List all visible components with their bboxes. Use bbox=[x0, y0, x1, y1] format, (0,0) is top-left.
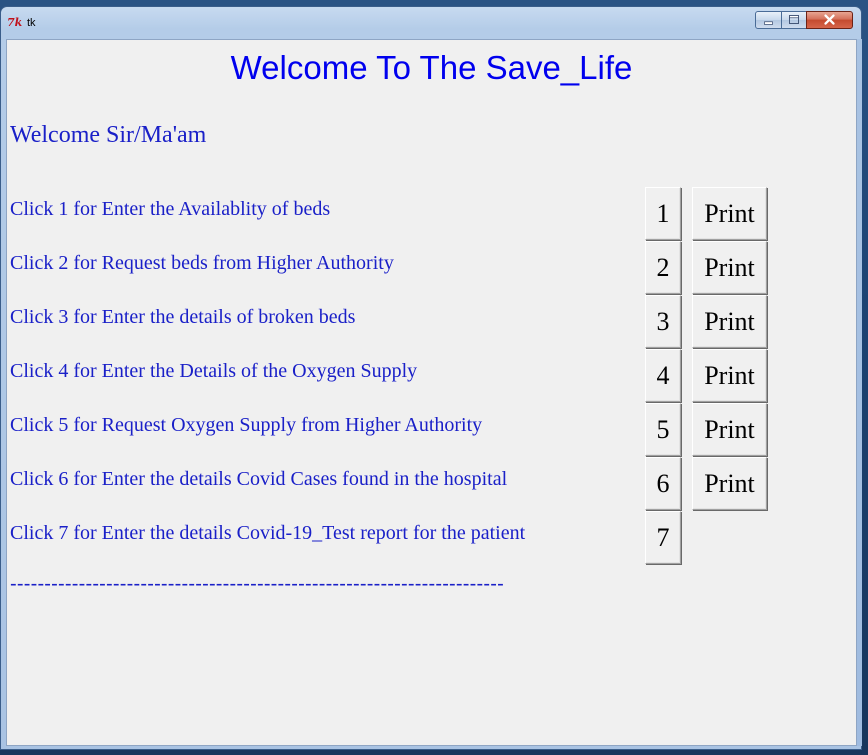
print-3-button[interactable]: Print bbox=[692, 295, 767, 348]
print-1-button[interactable]: Print bbox=[692, 187, 767, 240]
option-2-button[interactable]: 2 bbox=[645, 241, 681, 294]
option-label-4: Click 4 for Enter the Details of the Oxy… bbox=[10, 360, 418, 382]
minimize-button[interactable] bbox=[755, 11, 782, 29]
maximize-icon bbox=[789, 15, 799, 24]
window-title: tk bbox=[27, 17, 36, 29]
page-title: Welcome To The Save_Life bbox=[230, 49, 633, 86]
print-4-button[interactable]: Print bbox=[692, 349, 767, 402]
option-label-7: Click 7 for Enter the details Covid-19_T… bbox=[10, 522, 526, 544]
option-4-button[interactable]: 4 bbox=[645, 349, 681, 402]
minimize-icon bbox=[764, 21, 773, 25]
close-icon bbox=[824, 14, 835, 25]
maximize-button[interactable] bbox=[781, 11, 807, 29]
option-5-button[interactable]: 5 bbox=[645, 403, 681, 456]
dashed-divider: ----------------------------------------… bbox=[10, 573, 504, 595]
close-button[interactable] bbox=[806, 11, 853, 29]
title-bar[interactable]: 7k tk bbox=[1, 7, 861, 35]
option-label-2: Click 2 for Request beds from Higher Aut… bbox=[10, 252, 394, 274]
print-2-button[interactable]: Print bbox=[692, 241, 767, 294]
print-6-button[interactable]: Print bbox=[692, 457, 767, 510]
greeting-text: Welcome Sir/Ma'am bbox=[10, 122, 207, 148]
tk-feather-icon: 7k bbox=[7, 16, 23, 29]
option-label-1: Click 1 for Enter the Availablity of bed… bbox=[10, 198, 331, 220]
option-label-3: Click 3 for Enter the details of broken … bbox=[10, 306, 356, 328]
print-5-button[interactable]: Print bbox=[692, 403, 767, 456]
option-1-button[interactable]: 1 bbox=[645, 187, 681, 240]
option-3-button[interactable]: 3 bbox=[645, 295, 681, 348]
app-window: 7k tk Welcome To The Save_Life Welcome S… bbox=[0, 6, 862, 750]
option-7-button[interactable]: 7 bbox=[645, 511, 681, 564]
main-content: Welcome To The Save_Life Welcome Sir/Ma'… bbox=[6, 39, 857, 746]
option-label-5: Click 5 for Request Oxygen Supply from H… bbox=[10, 414, 483, 436]
option-label-6: Click 6 for Enter the details Covid Case… bbox=[10, 468, 508, 490]
window-right-border bbox=[857, 39, 862, 746]
option-6-button[interactable]: 6 bbox=[645, 457, 681, 510]
